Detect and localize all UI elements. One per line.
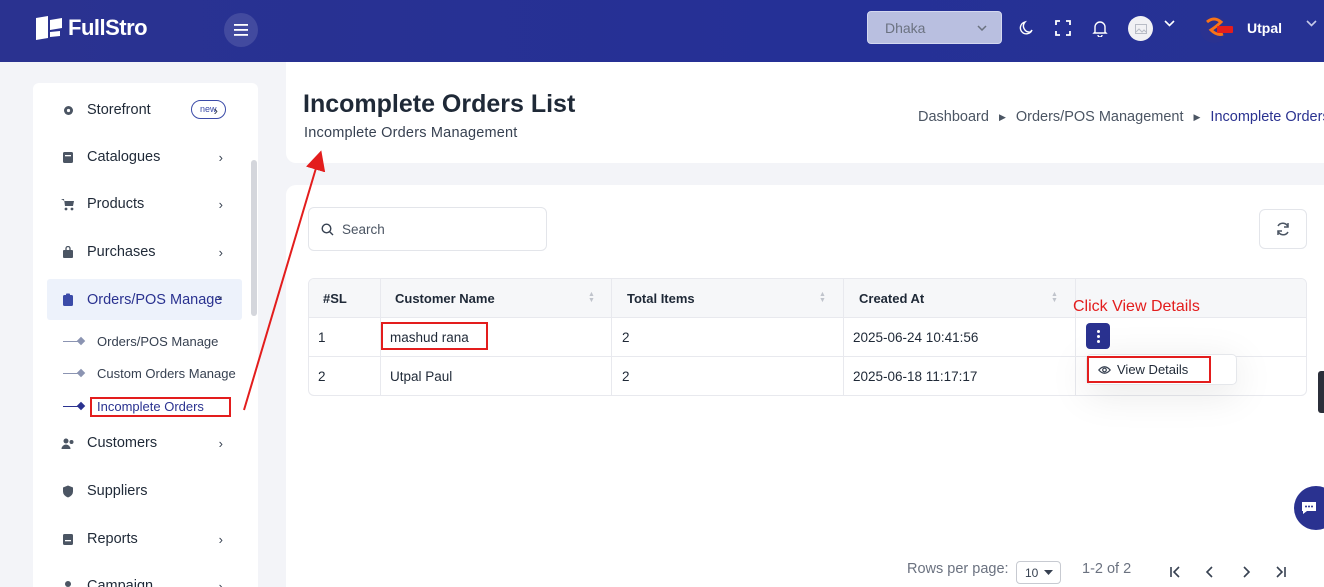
caret-down-icon bbox=[1044, 570, 1053, 575]
side-panel-tab[interactable] bbox=[1318, 371, 1324, 413]
chat-icon bbox=[1302, 502, 1316, 514]
previous-page-icon[interactable] bbox=[1201, 563, 1219, 581]
annotation-arrow bbox=[243, 150, 326, 411]
first-page-icon[interactable] bbox=[1166, 563, 1184, 581]
rows-per-page-select[interactable]: 10 bbox=[1016, 561, 1061, 584]
last-page-icon[interactable] bbox=[1272, 563, 1290, 581]
next-page-icon[interactable] bbox=[1237, 563, 1255, 581]
rows-per-page-label: Rows per page: bbox=[907, 561, 1009, 577]
pagination-range: 1-2 of 2 bbox=[1082, 561, 1132, 577]
rows-per-page-value: 10 bbox=[1025, 565, 1039, 580]
